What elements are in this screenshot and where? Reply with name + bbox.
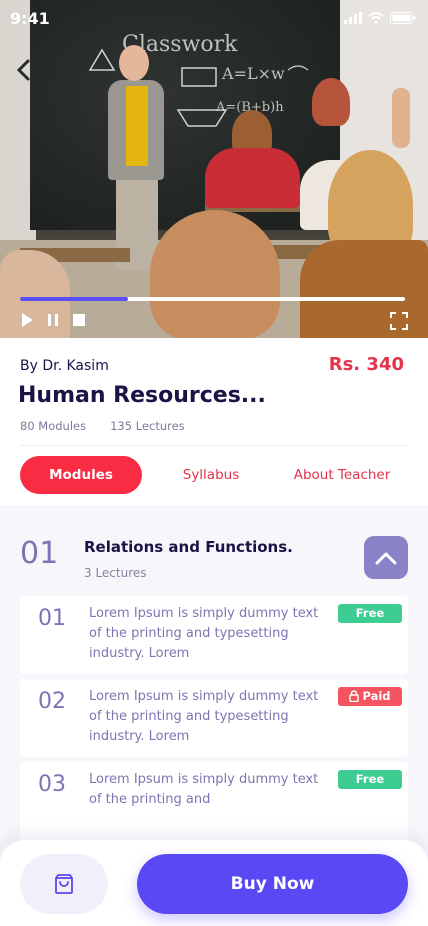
video-player[interactable]: Classwork A=L×w A=(B+b)h 9:41: [0, 0, 428, 338]
student-head: [150, 210, 280, 338]
teacher-shirt: [126, 86, 148, 166]
lecture-item[interactable]: 01 Lorem Ipsum is simply dummy text of t…: [20, 596, 408, 674]
free-badge: Free: [338, 770, 402, 789]
lectures-count: 135 Lectures: [110, 419, 185, 433]
buy-now-button[interactable]: Buy Now: [137, 854, 408, 914]
tab-about-teacher[interactable]: About Teacher: [278, 467, 406, 483]
module-number: 01: [20, 536, 59, 571]
paid-badge: Paid: [338, 687, 402, 706]
shopping-bag-icon: [55, 874, 73, 894]
wifi-icon: [368, 12, 384, 24]
lecture-description: Lorem Ipsum is simply dummy text of the …: [89, 606, 319, 661]
modules-count: 80 Modules: [20, 419, 87, 433]
status-bar: 9:41: [10, 8, 416, 28]
video-progress-fill: [20, 297, 128, 301]
tab-modules[interactable]: Modules: [20, 456, 142, 494]
video-controls: [20, 312, 86, 328]
tab-syllabus[interactable]: Syllabus: [166, 467, 256, 483]
module-title: Relations and Functions.: [84, 538, 293, 556]
video-progress-bar[interactable]: [20, 297, 405, 301]
fullscreen-icon[interactable]: [390, 312, 408, 330]
student-brown-shirt: [300, 240, 428, 338]
lecture-number: 03: [38, 772, 66, 797]
student-red-shirt: [205, 148, 300, 208]
chevron-up-icon: [375, 552, 397, 564]
chevron-left-icon[interactable]: [14, 58, 34, 82]
teacher-head: [119, 45, 149, 81]
tab-bar: Modules Syllabus About Teacher: [20, 456, 408, 494]
course-title: Human Resources...: [18, 383, 266, 408]
lock-icon: [349, 690, 360, 703]
pause-icon[interactable]: [46, 312, 60, 328]
cart-button[interactable]: [20, 854, 108, 914]
lecture-description: Lorem Ipsum is simply dummy text of the …: [89, 772, 319, 807]
paid-badge-label: Paid: [362, 689, 391, 703]
signal-icon: [344, 12, 362, 24]
module-lecture-count: 3 Lectures: [84, 566, 147, 580]
lecture-number: 02: [38, 689, 66, 714]
lecture-number: 01: [38, 606, 66, 631]
free-badge: Free: [338, 604, 402, 623]
student-raised-hand: [392, 88, 410, 148]
course-author: By Dr. Kasim: [20, 358, 109, 374]
divider: [20, 445, 408, 446]
course-price: Rs. 340: [328, 354, 404, 375]
battery-icon: [390, 12, 416, 24]
lecture-description: Lorem Ipsum is simply dummy text of the …: [89, 689, 319, 744]
play-icon[interactable]: [20, 312, 34, 328]
status-icons: [344, 12, 416, 24]
collapse-module-button[interactable]: [364, 536, 408, 579]
lecture-item[interactable]: 03 Lorem Ipsum is simply dummy text of t…: [20, 762, 408, 840]
status-time: 9:41: [10, 8, 50, 28]
student-head: [312, 78, 350, 126]
lecture-item[interactable]: 02 Lorem Ipsum is simply dummy text of t…: [20, 679, 408, 757]
course-meta: 80 Modules 135 Lectures: [20, 419, 185, 433]
stop-icon[interactable]: [72, 312, 86, 328]
